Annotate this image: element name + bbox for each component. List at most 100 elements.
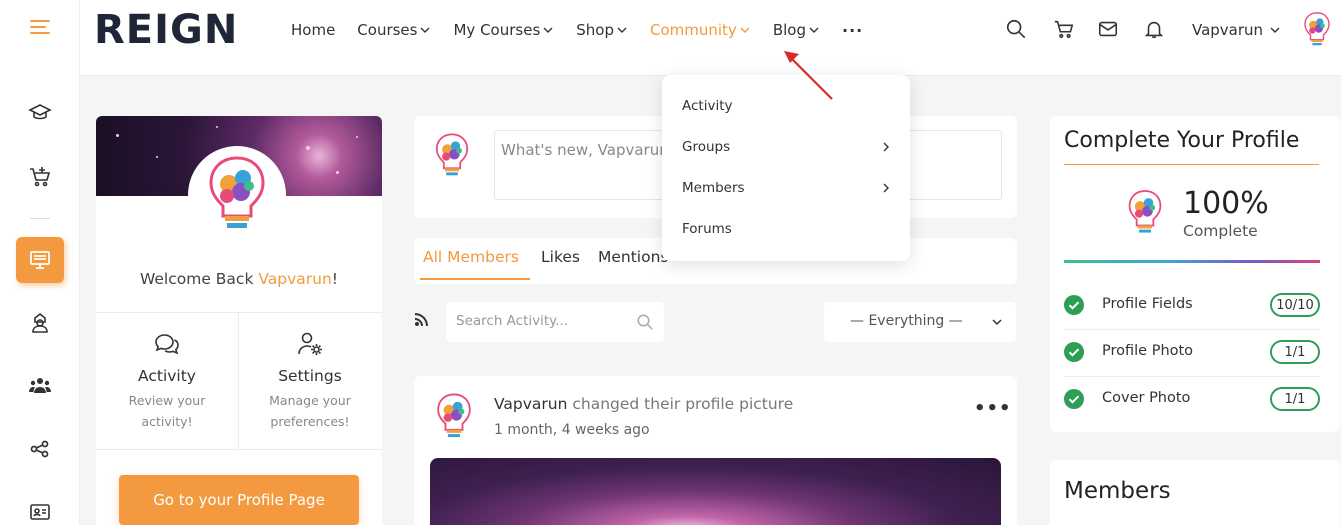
annotation-arrow-icon — [784, 51, 833, 100]
activity-subtitle: Review your activity! — [128, 393, 206, 429]
profile-field-row: Profile Photo 1/1 — [1064, 334, 1320, 370]
welcome-text: Welcome Back Vapvarun! — [96, 270, 382, 288]
mail-icon[interactable] — [1095, 16, 1121, 42]
profile-field-row: Cover Photo 1/1 — [1064, 381, 1320, 417]
welcome-prefix: Welcome Back — [139, 270, 259, 288]
user-settings-icon — [298, 332, 322, 355]
tab-all-members[interactable]: All Members — [423, 248, 519, 266]
search-icon[interactable] — [1003, 16, 1029, 42]
settings-title: Settings — [278, 367, 342, 385]
profile-field-row: Profile Fields 10/10 — [1064, 287, 1320, 323]
welcome-suffix: ! — [331, 270, 339, 288]
activity-action: changed their profile picture — [567, 395, 794, 413]
check-circle-icon — [1064, 389, 1084, 409]
select-value: — Everything — — [850, 313, 963, 329]
cart-add-icon[interactable] — [16, 154, 64, 200]
active-tab-indicator — [420, 278, 530, 280]
user-menu[interactable]: Vapvarun — [1192, 14, 1281, 46]
nav-label: Shop — [576, 21, 614, 39]
nav-more-button[interactable]: ··· — [842, 21, 863, 40]
row-label: Cover Photo — [1102, 390, 1191, 406]
site-logo[interactable]: REIGN — [94, 7, 239, 53]
site-header: REIGN Home Courses My Courses Shop Commu… — [80, 0, 1341, 76]
settings-shortcut[interactable]: Settings Manage your preferences! — [239, 330, 381, 432]
nav-courses[interactable]: Courses — [357, 21, 431, 39]
activity-filter-select[interactable]: — Everything — — [824, 302, 1016, 342]
row-count-badge: 10/10 — [1270, 293, 1320, 317]
chevron-down-icon — [992, 319, 1002, 326]
nav-label: My Courses — [453, 21, 541, 39]
title-underline — [1064, 164, 1319, 165]
go-to-profile-button[interactable]: Go to your Profile Page — [119, 475, 359, 525]
id-card-icon[interactable] — [16, 489, 64, 525]
user-hood-icon[interactable] — [16, 300, 64, 346]
profile-avatar[interactable] — [188, 146, 286, 244]
chevron-right-icon — [883, 183, 889, 193]
main-nav: Home Courses My Courses Shop Community B… — [291, 16, 885, 44]
row-count-badge: 1/1 — [1270, 387, 1320, 411]
nav-shop[interactable]: Shop — [576, 21, 628, 39]
menu-item-label: Members — [682, 180, 745, 196]
activity-text: Vapvarun changed their profile picture — [494, 395, 793, 413]
menu-item-label: Groups — [682, 139, 731, 155]
profile-card: Welcome Back Vapvarun! Activity Review y… — [96, 116, 382, 525]
more-options-button[interactable]: ••• — [974, 398, 1012, 419]
tab-mentions[interactable]: Mentions — [598, 248, 669, 266]
complete-profile-widget: Complete Your Profile 100% Complete Prof… — [1050, 116, 1340, 432]
divider — [1064, 376, 1320, 377]
hamburger-icon[interactable] — [16, 4, 64, 50]
row-label: Profile Fields — [1102, 296, 1193, 312]
check-circle-icon — [1064, 295, 1084, 315]
activity-author-link[interactable]: Vapvarun — [494, 395, 567, 413]
nav-blog[interactable]: Blog — [773, 21, 820, 39]
menu-item-label: Forums — [682, 221, 732, 237]
profile-percent-label: Complete — [1183, 222, 1258, 240]
bell-icon[interactable] — [1141, 16, 1167, 42]
share-nodes-icon[interactable] — [16, 426, 64, 472]
menu-item-groups[interactable]: Groups — [682, 136, 892, 158]
members-widget: Members — [1050, 460, 1340, 525]
menu-item-forums[interactable]: Forums — [682, 218, 892, 240]
rss-icon[interactable] — [414, 311, 430, 327]
chevron-down-icon — [1270, 27, 1280, 33]
divider — [96, 312, 382, 313]
monitor-icon[interactable] — [16, 237, 64, 283]
chevron-down-icon — [617, 27, 627, 33]
nav-label: Blog — [772, 21, 806, 39]
avatar[interactable] — [1300, 11, 1334, 49]
chevron-down-icon — [740, 27, 750, 33]
activity-timestamp[interactable]: 1 month, 4 weeks ago — [494, 422, 650, 438]
search-placeholder: Search Activity... — [456, 313, 569, 329]
activity-image[interactable] — [430, 458, 1001, 525]
users-group-icon[interactable] — [16, 362, 64, 408]
left-rail — [0, 0, 80, 525]
row-count-badge: 1/1 — [1270, 340, 1320, 364]
tab-likes[interactable]: Likes — [541, 248, 580, 266]
row-label: Profile Photo — [1102, 343, 1194, 359]
chevron-down-icon — [420, 27, 430, 33]
divider — [1064, 329, 1320, 330]
logo-text: REIGN — [94, 7, 239, 53]
nav-community[interactable]: Community — [650, 21, 751, 39]
activity-item: Vapvarun changed their profile picture 1… — [414, 376, 1017, 525]
nav-label: Community — [650, 21, 737, 39]
menu-item-label: Activity — [682, 98, 733, 114]
avatar — [1128, 190, 1162, 233]
nav-label: Courses — [357, 21, 418, 39]
nav-my-courses[interactable]: My Courses — [453, 21, 554, 39]
nav-label: Home — [291, 21, 336, 39]
cart-icon[interactable] — [1051, 16, 1077, 42]
welcome-name: Vapvarun — [258, 270, 332, 288]
graduation-cap-icon[interactable] — [16, 90, 64, 136]
search-activity-input[interactable]: Search Activity... — [446, 302, 664, 342]
progress-bar — [1064, 260, 1320, 263]
menu-item-members[interactable]: Members — [682, 177, 892, 199]
chat-bubbles-icon — [155, 334, 179, 355]
widget-title: Members — [1064, 478, 1171, 504]
nav-home[interactable]: Home — [291, 21, 335, 39]
avatar[interactable] — [434, 392, 474, 442]
rail-divider — [30, 218, 50, 219]
chevron-down-icon — [543, 27, 553, 33]
activity-shortcut[interactable]: Activity Review your activity! — [96, 330, 238, 432]
chevron-right-icon — [883, 142, 889, 152]
